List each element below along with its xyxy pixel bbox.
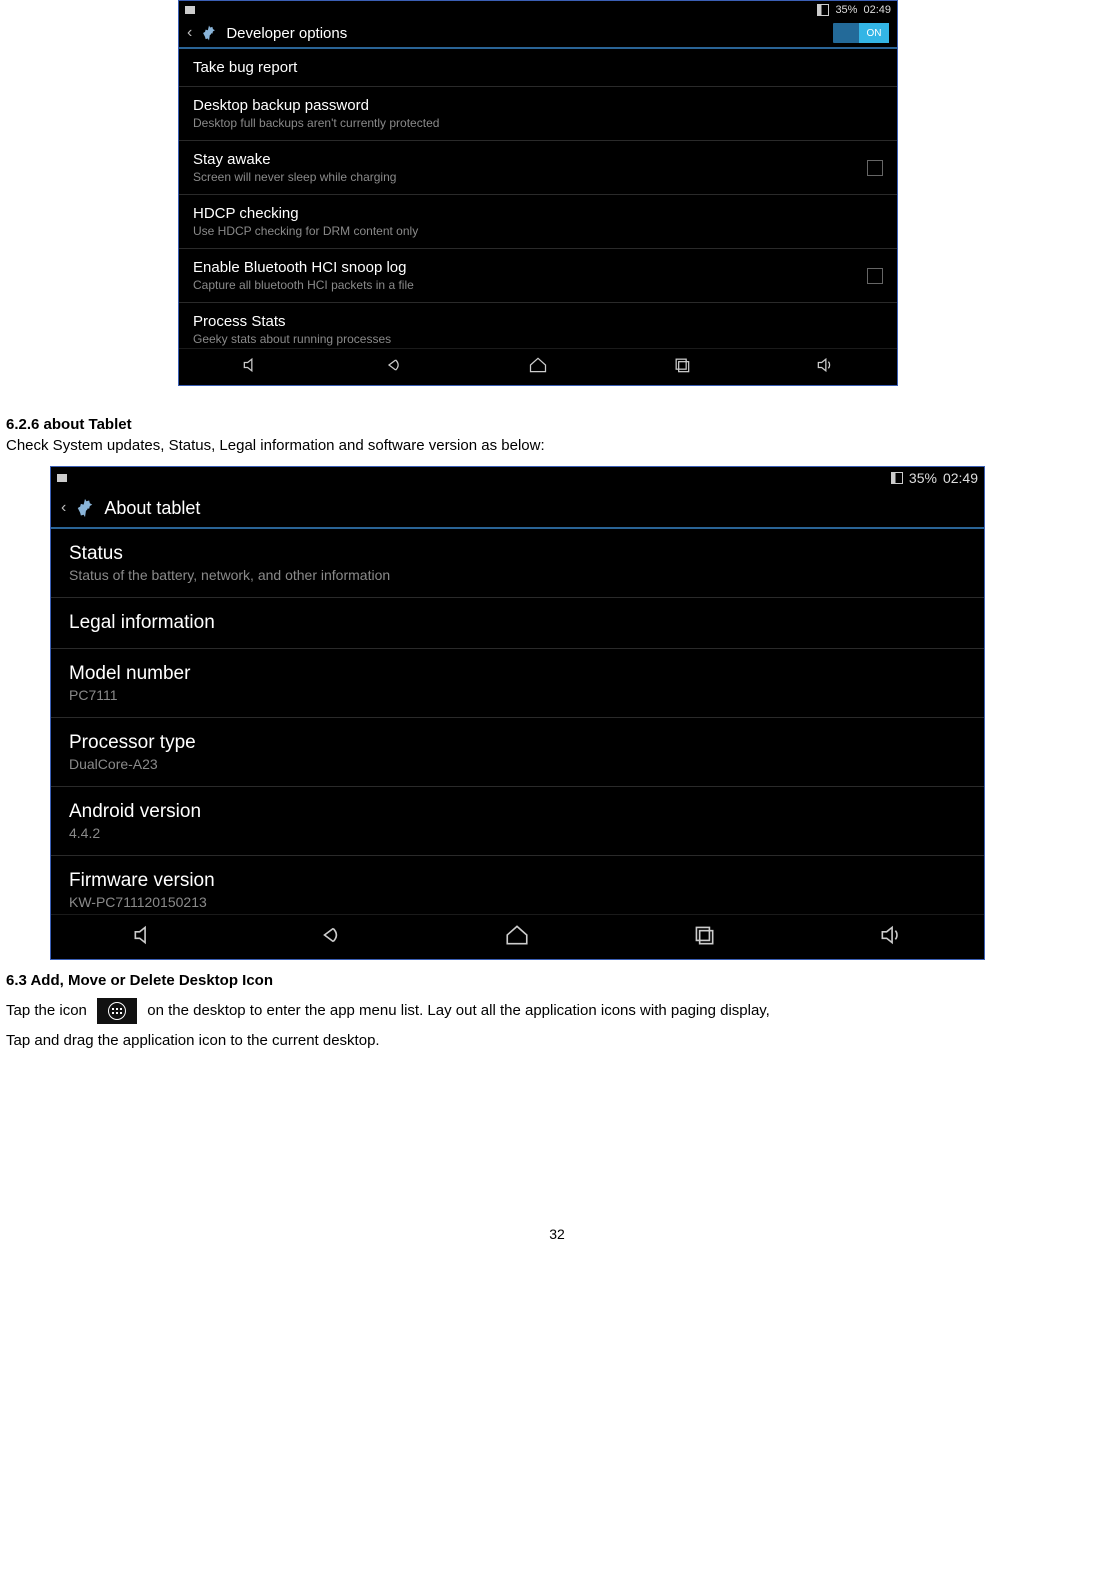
item-hdcp-checking[interactable]: HDCP checking Use HDCP checking for DRM …: [179, 195, 897, 249]
settings-list: Take bug report Desktop backup password …: [179, 49, 897, 348]
item-title: Enable Bluetooth HCI snoop log: [193, 259, 867, 276]
about-list: Status Status of the battery, network, a…: [51, 529, 984, 914]
stay-awake-checkbox[interactable]: [867, 160, 883, 176]
item-status[interactable]: Status Status of the battery, network, a…: [51, 529, 984, 598]
item-title: Take bug report: [193, 59, 883, 76]
bluetooth-snoop-checkbox[interactable]: [867, 268, 883, 284]
section-626: 6.2.6 about Tablet Check System updates,…: [6, 414, 1108, 456]
screen-title: About tablet: [104, 498, 200, 519]
battery-icon: [891, 472, 903, 484]
volume-down-icon[interactable]: [131, 922, 157, 953]
item-subtitle: Use HDCP checking for DRM content only: [193, 224, 883, 238]
item-processor-type[interactable]: Processor type DualCore-A23: [51, 718, 984, 787]
navigation-bar: [51, 914, 984, 959]
page-number: 32: [0, 1226, 1114, 1242]
screenshot-developer-options: 35% 02:49 ‹ Developer options ON Take bu…: [178, 0, 898, 386]
item-take-bug-report[interactable]: Take bug report: [179, 49, 897, 87]
screen-title-bar: ‹ About tablet: [51, 489, 984, 529]
section-63-text-after-icon: on the desktop to enter the app menu lis…: [147, 1002, 770, 1019]
item-title: Processor type: [69, 732, 966, 754]
section-63-text-before-icon: Tap the icon: [6, 1002, 87, 1019]
battery-percent: 35%: [835, 4, 857, 16]
developer-options-toggle[interactable]: ON: [833, 23, 889, 43]
recent-apps-icon[interactable]: [691, 922, 717, 953]
item-title: Status: [69, 543, 966, 565]
battery-percent: 35%: [909, 470, 937, 486]
volume-down-icon[interactable]: [241, 355, 261, 380]
item-title: Stay awake: [193, 151, 867, 168]
back-chevron-icon[interactable]: ‹: [61, 499, 66, 517]
item-subtitle: Geeky stats about running processes: [193, 332, 883, 346]
item-subtitle: Desktop full backups aren't currently pr…: [193, 116, 883, 130]
back-icon[interactable]: [318, 922, 344, 953]
gear-icon: [200, 24, 218, 42]
item-title: Firmware version: [69, 870, 966, 892]
section-626-body: Check System updates, Status, Legal info…: [6, 435, 1108, 456]
status-bar: 35% 02:49: [51, 467, 984, 489]
item-model-number[interactable]: Model number PC7111: [51, 649, 984, 718]
item-subtitle: PC7111: [69, 687, 966, 703]
home-icon[interactable]: [528, 355, 548, 380]
item-subtitle: KW-PC711120150213: [69, 894, 966, 910]
item-firmware-version[interactable]: Firmware version KW-PC711120150213: [51, 856, 984, 914]
status-time: 02:49: [863, 4, 891, 16]
item-title: Android version: [69, 801, 966, 823]
item-title: Model number: [69, 663, 966, 685]
section-63-line2: Tap and drag the application icon to the…: [6, 1026, 1108, 1056]
section-626-heading: 6.2.6 about Tablet: [6, 414, 1108, 435]
recent-apps-icon[interactable]: [672, 355, 692, 380]
item-title: Process Stats: [193, 313, 883, 330]
item-title: Desktop backup password: [193, 97, 883, 114]
item-subtitle: Status of the battery, network, and othe…: [69, 567, 966, 583]
navigation-bar: [179, 348, 897, 385]
item-subtitle: Screen will never sleep while charging: [193, 170, 867, 184]
section-63-line1: Tap the icon on the desktop to enter the…: [6, 996, 1108, 1026]
screen-title-bar: ‹ Developer options ON: [179, 19, 897, 49]
item-legal-information[interactable]: Legal information: [51, 598, 984, 649]
item-stay-awake[interactable]: Stay awake Screen will never sleep while…: [179, 141, 897, 195]
status-bar: 35% 02:49: [179, 1, 897, 19]
sd-card-icon: [185, 6, 195, 14]
section-63: 6.3 Add, Move or Delete Desktop Icon Tap…: [6, 966, 1108, 1056]
item-subtitle: Capture all bluetooth HCI packets in a f…: [193, 278, 867, 292]
item-subtitle: DualCore-A23: [69, 756, 966, 772]
item-bluetooth-hci-snoop[interactable]: Enable Bluetooth HCI snoop log Capture a…: [179, 249, 897, 303]
volume-up-icon[interactable]: [815, 355, 835, 380]
back-icon[interactable]: [384, 355, 404, 380]
section-63-heading: 6.3 Add, Move or Delete Desktop Icon: [6, 966, 1108, 996]
item-desktop-backup-password[interactable]: Desktop backup password Desktop full bac…: [179, 87, 897, 141]
toggle-on-label: ON: [859, 23, 889, 43]
back-chevron-icon[interactable]: ‹: [187, 24, 192, 42]
item-process-stats[interactable]: Process Stats Geeky stats about running …: [179, 303, 897, 348]
home-icon[interactable]: [504, 922, 530, 953]
screenshot-about-tablet: 35% 02:49 ‹ About tablet Status Status o…: [50, 466, 985, 960]
app-drawer-icon: [97, 998, 137, 1024]
item-title: HDCP checking: [193, 205, 883, 222]
battery-icon: [817, 4, 829, 16]
gear-icon: [74, 497, 96, 519]
item-subtitle: 4.4.2: [69, 825, 966, 841]
item-title: Legal information: [69, 612, 966, 634]
status-time: 02:49: [943, 470, 978, 486]
screen-title: Developer options: [226, 25, 347, 42]
volume-up-icon[interactable]: [878, 922, 904, 953]
item-android-version[interactable]: Android version 4.4.2: [51, 787, 984, 856]
sd-card-icon: [57, 474, 67, 482]
